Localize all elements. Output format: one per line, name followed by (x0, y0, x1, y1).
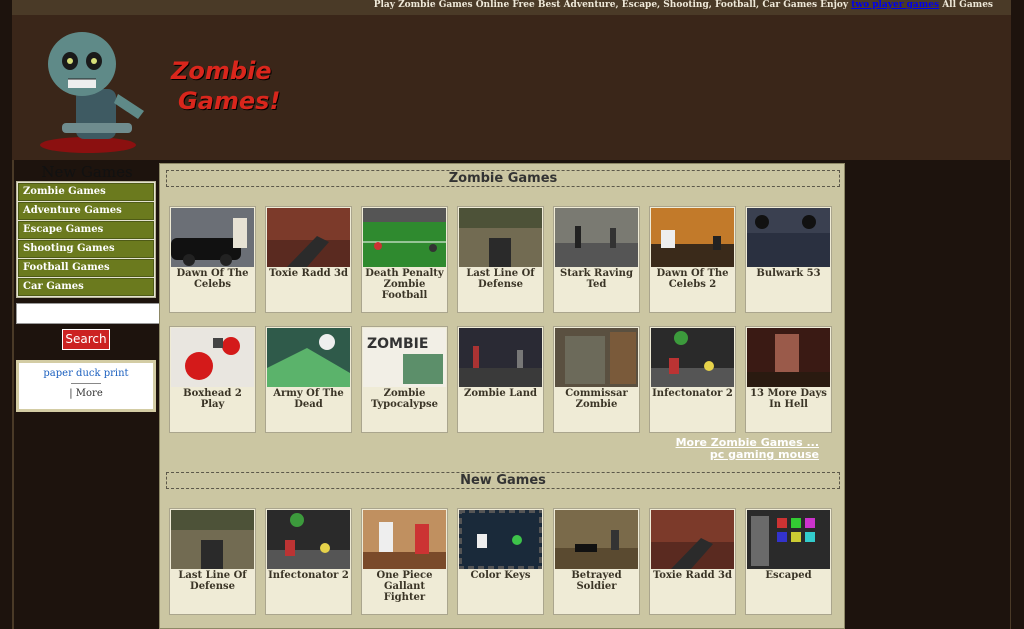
game-thumbnail[interactable] (267, 510, 350, 569)
game-title[interactable]: Bulwark 53 (746, 268, 831, 279)
logo-text-games: Games! (178, 87, 281, 115)
game-thumbnail[interactable] (363, 510, 446, 569)
sidebar-title: New Games (41, 163, 133, 181)
game-title[interactable]: Betrayed Soldier (554, 570, 639, 592)
game-title[interactable]: One Piece Gallant Fighter (362, 570, 447, 603)
game-thumbnail[interactable] (747, 208, 830, 267)
game-card-last-line-of-defense[interactable]: Last Line Of Defense (169, 508, 256, 615)
game-title[interactable]: Dawn Of The Celebs (170, 268, 255, 290)
game-thumbnail[interactable] (171, 510, 254, 569)
zombie-mascot-icon (40, 32, 144, 153)
category-zombie-games[interactable]: Zombie Games (18, 183, 154, 201)
game-card-zombie-land[interactable]: Zombie Land (457, 326, 544, 433)
game-thumbnail[interactable] (363, 208, 446, 267)
game-card-toxie-radd-3d[interactable]: Toxie Radd 3d (265, 206, 352, 313)
game-card-zombie-typocalypse[interactable]: ZOMBIE Zombie Typocalypse (361, 326, 448, 433)
game-title[interactable]: Color Keys (458, 570, 543, 581)
game-thumbnail[interactable] (459, 208, 542, 267)
top-tagline-bar: Play Zombie Games Online Free Best Adven… (12, 0, 1011, 15)
game-title[interactable]: Escaped (746, 570, 831, 581)
site-logo[interactable]: Zombie Games! (26, 19, 280, 157)
search-input[interactable] (16, 303, 167, 324)
game-title[interactable]: Infectonator 2 (266, 570, 351, 581)
game-thumbnail[interactable] (747, 510, 830, 569)
game-card-color-keys[interactable]: Color Keys (457, 508, 544, 615)
game-card-commissar-zombie[interactable]: Commissar Zombie (553, 326, 640, 433)
search-button[interactable]: Search (62, 329, 110, 350)
svg-text:ZOMBIE: ZOMBIE (367, 336, 428, 352)
category-list: Zombie Games Adventure Games Escape Game… (16, 181, 156, 298)
game-card-dawn-of-the-celebs[interactable]: Dawn Of The Celebs (169, 206, 256, 313)
game-thumbnail[interactable]: ZOMBIE (363, 328, 446, 387)
game-card-last-line-of-defense[interactable]: Last Line Of Defense (457, 206, 544, 313)
game-title[interactable]: Commissar Zombie (554, 388, 639, 410)
more-link[interactable]: | More (69, 388, 103, 399)
game-title[interactable]: Army Of The Dead (266, 388, 351, 410)
category-shooting-games[interactable]: Shooting Games (18, 240, 154, 258)
game-card-13-more-days-in-hell[interactable]: 13 More Days In Hell (745, 326, 832, 433)
tagline-text: Play Zombie Games Online Free Best Adven… (373, 0, 849, 10)
game-title[interactable]: Death Penalty Zombie Football (362, 268, 447, 301)
sidebar: New Games Zombie Games Adventure Games E… (16, 163, 158, 298)
game-thumbnail[interactable] (747, 328, 830, 387)
game-title[interactable]: 13 More Days In Hell (746, 388, 831, 410)
game-card-infectonator-2[interactable]: Infectonator 2 (649, 326, 736, 433)
main-content: Zombie Games Dawn Of The Celebs Toxie Rad… (159, 163, 845, 629)
game-thumbnail[interactable] (459, 510, 542, 569)
game-thumbnail[interactable] (651, 208, 734, 267)
sidebar-links-box: paper duck print | More (16, 360, 156, 412)
game-thumbnail[interactable] (267, 328, 350, 387)
page-left-edge (12, 160, 14, 629)
game-thumbnail[interactable] (555, 510, 638, 569)
game-title[interactable]: Zombie Land (458, 388, 543, 399)
game-title[interactable]: Boxhead 2 Play (170, 388, 255, 410)
site-header: Zombie Games! (12, 15, 1011, 160)
game-card-escaped[interactable]: Escaped (745, 508, 832, 615)
page-right-edge (1010, 160, 1011, 629)
game-thumbnail[interactable] (171, 208, 254, 267)
game-card-death-penalty-zombie-football[interactable]: Death Penalty Zombie Football (361, 206, 448, 313)
game-title[interactable]: Infectonator 2 (650, 388, 735, 399)
game-thumbnail[interactable] (267, 208, 350, 267)
game-title[interactable]: Last Line Of Defense (170, 570, 255, 592)
links-divider (71, 383, 101, 384)
game-thumbnail[interactable] (651, 328, 734, 387)
game-thumbnail[interactable] (171, 328, 254, 387)
game-thumbnail[interactable] (651, 510, 734, 569)
game-title[interactable]: Dawn Of The Celebs 2 (650, 268, 735, 290)
section-title-new-games: New Games (166, 472, 840, 489)
paper-duck-print-link[interactable]: paper duck print (19, 368, 153, 379)
game-thumbnail[interactable] (555, 328, 638, 387)
pc-gaming-mouse-link[interactable]: pc gaming mouse (676, 449, 819, 461)
game-card-one-piece-gallant-fighter[interactable]: One Piece Gallant Fighter (361, 508, 448, 615)
game-card-toxie-radd-3d[interactable]: Toxie Radd 3d (649, 508, 736, 615)
game-title[interactable]: Stark Raving Ted (554, 268, 639, 290)
game-title[interactable]: Zombie Typocalypse (362, 388, 447, 410)
category-adventure-games[interactable]: Adventure Games (18, 202, 154, 220)
game-card-boxhead-2-play[interactable]: Boxhead 2 Play (169, 326, 256, 433)
game-thumbnail[interactable] (555, 208, 638, 267)
two-player-games-link[interactable]: two player games (851, 0, 939, 10)
right-empty-area (845, 160, 1011, 629)
category-escape-games[interactable]: Escape Games (18, 221, 154, 239)
game-card-army-of-the-dead[interactable]: Army Of The Dead (265, 326, 352, 433)
all-games-text: All Games (942, 0, 993, 10)
logo-text-zombie: Zombie (171, 57, 272, 85)
category-football-games[interactable]: Football Games (18, 259, 154, 277)
game-card-bulwark-53[interactable]: Bulwark 53 (745, 206, 832, 313)
game-card-betrayed-soldier[interactable]: Betrayed Soldier (553, 508, 640, 615)
game-thumbnail[interactable] (459, 328, 542, 387)
game-title[interactable]: Last Line Of Defense (458, 268, 543, 290)
game-card-stark-raving-ted[interactable]: Stark Raving Ted (553, 206, 640, 313)
game-card-dawn-of-the-celebs-2[interactable]: Dawn Of The Celebs 2 (649, 206, 736, 313)
game-title[interactable]: Toxie Radd 3d (650, 570, 735, 581)
section-title-zombie-games: Zombie Games (166, 170, 840, 187)
game-card-infectonator-2[interactable]: Infectonator 2 (265, 508, 352, 615)
game-title[interactable]: Toxie Radd 3d (266, 268, 351, 279)
category-car-games[interactable]: Car Games (18, 278, 154, 296)
more-links: More Zombie Games ... pc gaming mouse (676, 437, 819, 461)
